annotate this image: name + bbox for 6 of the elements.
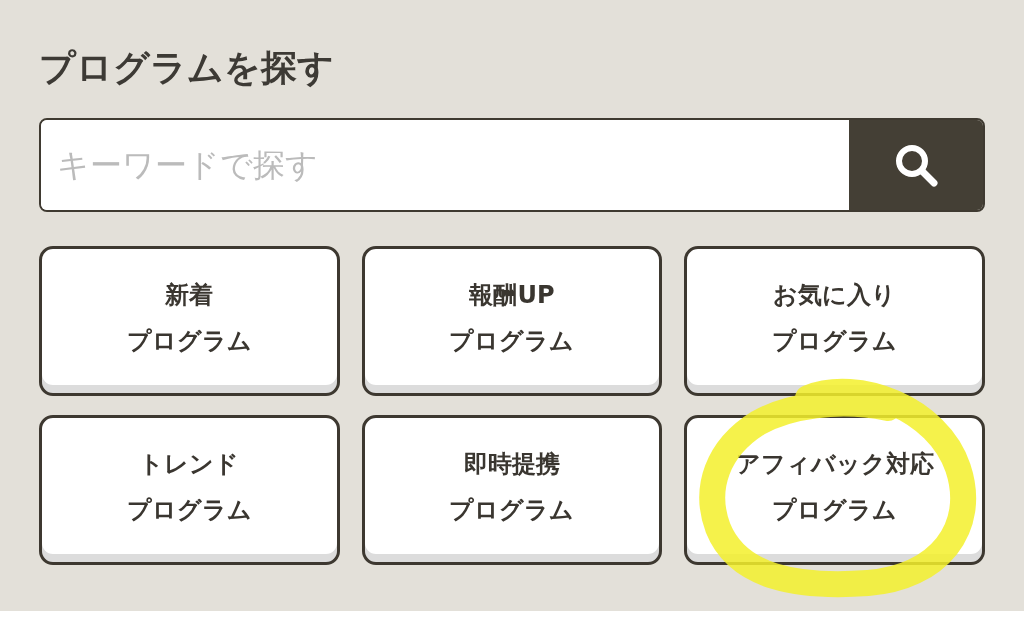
category-button[interactable]: 即時提携 プログラム: [361, 415, 663, 565]
category-button[interactable]: トレンド プログラム: [39, 415, 340, 565]
section-title: プログラムを探す: [39, 46, 335, 90]
category-button[interactable]: お気に入り プログラム: [684, 246, 985, 396]
category-button[interactable]: 新着 プログラム: [39, 246, 340, 396]
category-button[interactable]: 報酬UP プログラム: [361, 246, 663, 396]
